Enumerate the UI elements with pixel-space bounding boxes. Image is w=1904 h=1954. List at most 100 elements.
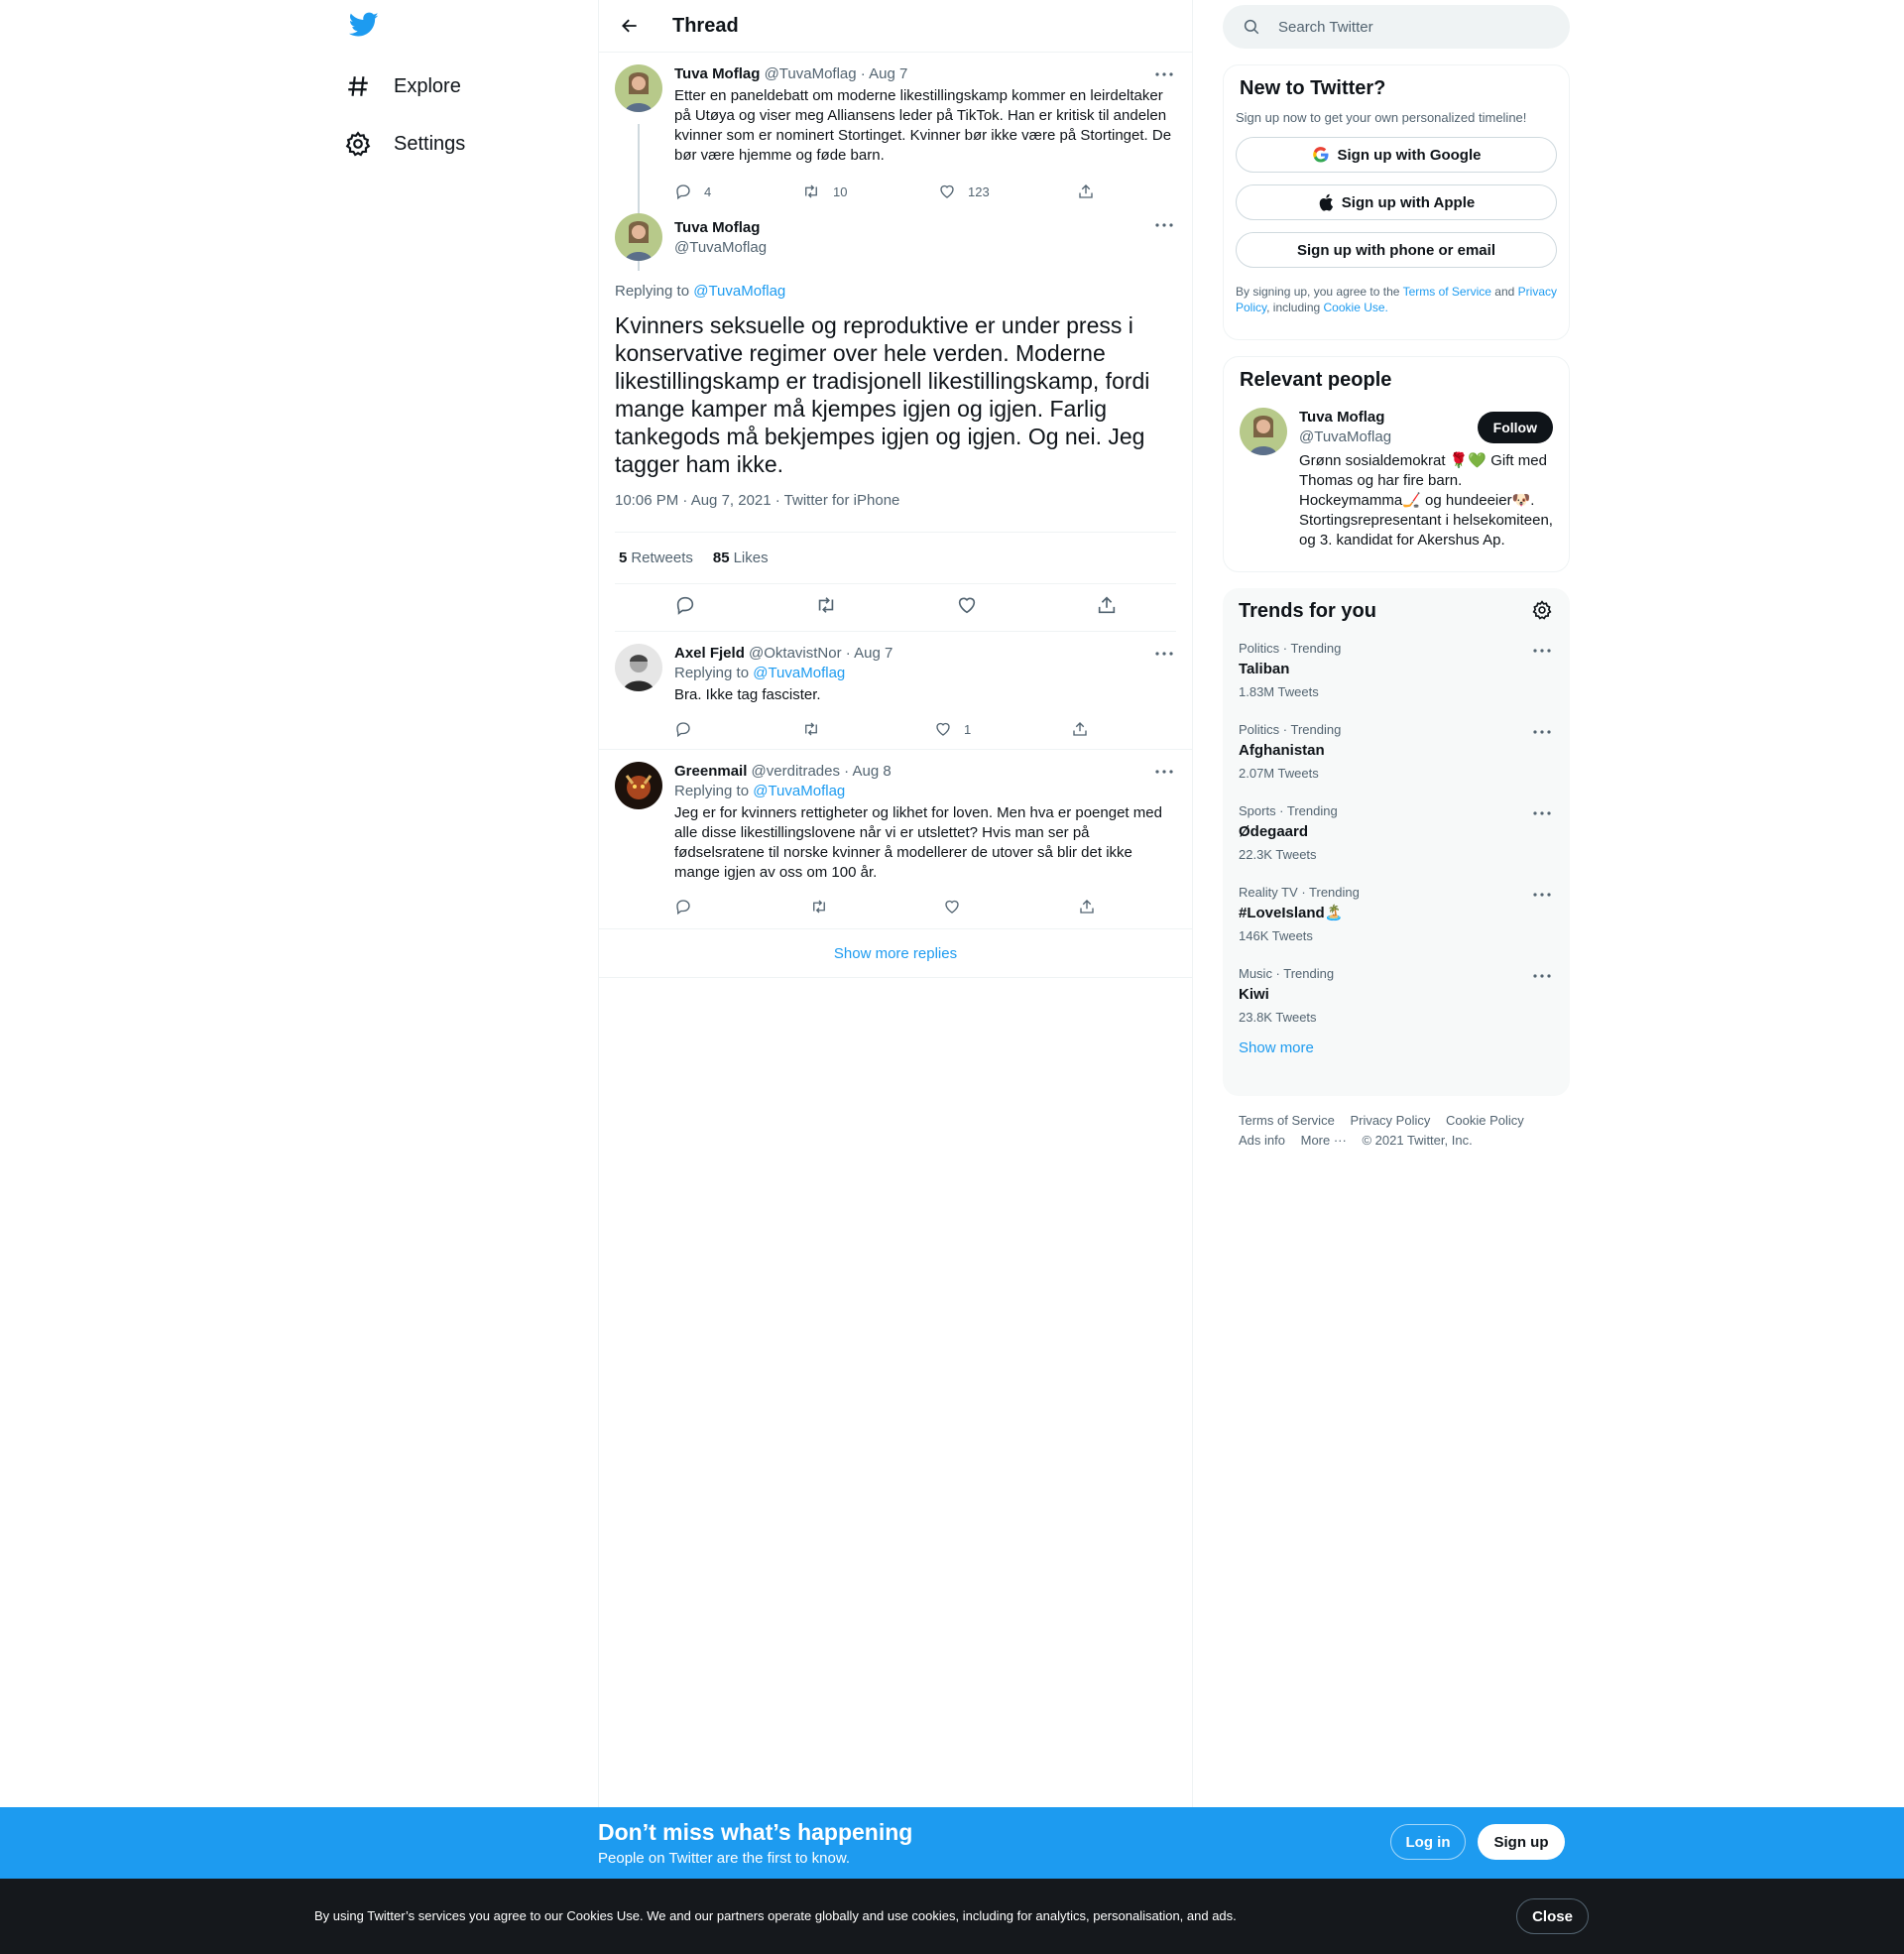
more-options-icon[interactable]: [1152, 64, 1176, 84]
retweet-icon: [813, 900, 825, 914]
avatar[interactable]: [1240, 408, 1287, 455]
signup-google-button[interactable]: Sign up with Google: [1236, 137, 1557, 173]
author-name[interactable]: Tuva Moflag: [674, 65, 760, 82]
search-input[interactable]: [1278, 18, 1536, 36]
relevant-people-title: Relevant people: [1240, 369, 1392, 391]
trend-item[interactable]: Politics · Trending Afghanistan 2.07M Tw…: [1239, 712, 1554, 794]
retweet-button[interactable]: 10: [801, 183, 938, 200]
more-options-icon[interactable]: [1530, 722, 1554, 742]
author-name[interactable]: Greenmail: [674, 763, 747, 780]
more-options-icon[interactable]: [1530, 966, 1554, 986]
reply-tweet[interactable]: Axel Fjeld @OktavistNor · Aug 7 Replying…: [599, 632, 1192, 750]
more-options-icon[interactable]: [1152, 644, 1176, 664]
author-handle[interactable]: @verditrades: [752, 763, 840, 780]
cookie-use-link[interactable]: Cookie Use.: [1324, 301, 1388, 314]
retweet-button[interactable]: [809, 898, 943, 916]
more-options-icon[interactable]: [1530, 885, 1554, 905]
tweet-timestamp[interactable]: 10:06 PM · Aug 7, 2021 · Twitter for iPh…: [615, 492, 1176, 532]
heart-icon: [945, 900, 959, 914]
signup-apple-label: Sign up with Apple: [1341, 193, 1476, 211]
replying-to-link[interactable]: @TuvaMoflag: [753, 665, 845, 681]
tos-link[interactable]: Terms of Service: [1403, 285, 1491, 299]
trend-item[interactable]: Politics · Trending Taliban 1.83M Tweets: [1239, 631, 1554, 712]
avatar[interactable]: [615, 64, 662, 112]
search-bar[interactable]: [1223, 5, 1570, 49]
tweet-date[interactable]: Aug 8: [853, 763, 892, 780]
follow-button[interactable]: Follow: [1477, 412, 1553, 443]
reply-tweet[interactable]: Greenmail @verditrades · Aug 8 Replying …: [599, 750, 1192, 929]
google-icon: [1312, 147, 1328, 163]
trend-item[interactable]: Sports · Trending Ødegaard 22.3K Tweets: [1239, 794, 1554, 875]
more-options-icon[interactable]: [1530, 641, 1554, 661]
signup-google-label: Sign up with Google: [1337, 146, 1482, 164]
share-button[interactable]: [1071, 720, 1101, 738]
signup-button[interactable]: Sign up: [1478, 1824, 1565, 1860]
nav-explore-label: Explore: [394, 74, 461, 97]
reply-button[interactable]: [674, 898, 809, 916]
gear-icon: [343, 129, 373, 159]
signup-phone-button[interactable]: Sign up with phone or email: [1236, 232, 1557, 268]
focal-tweet: Tuva Moflag @TuvaMoflag Replying to @Tuv…: [599, 213, 1192, 632]
tweet-text: Jeg er for kvinners rettigheter og likhe…: [674, 804, 1162, 881]
legal-text-2: and: [1494, 285, 1515, 299]
retweets-stat[interactable]: 5 Retweets: [619, 550, 693, 566]
likes-stat[interactable]: 85 Likes: [713, 550, 769, 566]
author-handle[interactable]: @TuvaMoflag: [765, 65, 857, 82]
footer-more-link[interactable]: More ···: [1301, 1131, 1347, 1151]
retweet-button[interactable]: [801, 720, 934, 738]
author-name[interactable]: Tuva Moflag: [674, 219, 760, 236]
reply-icon: [676, 900, 690, 916]
share-button[interactable]: [1077, 183, 1107, 200]
avatar[interactable]: [615, 213, 662, 261]
like-button[interactable]: 123: [938, 183, 1077, 200]
retweet-icon: [805, 722, 817, 736]
share-button[interactable]: [1078, 898, 1108, 916]
retweet-icon[interactable]: [814, 594, 838, 621]
author-handle[interactable]: @TuvaMoflag: [674, 239, 767, 256]
parent-tweet[interactable]: Tuva Moflag @TuvaMoflag · Aug 7 Etter en…: [599, 53, 1192, 271]
like-button[interactable]: 1: [934, 720, 1071, 738]
more-options-icon[interactable]: [1530, 803, 1554, 823]
like-count: 1: [964, 721, 972, 737]
close-button[interactable]: Close: [1516, 1898, 1589, 1934]
tweet-stats: 5 Retweets 85 Likes: [615, 532, 1176, 584]
trend-item[interactable]: Reality TV · Trending #LoveIsland🏝️ 146K…: [1239, 875, 1554, 956]
trends-show-more-link[interactable]: Show more: [1239, 1039, 1554, 1056]
replying-to-link[interactable]: @TuvaMoflag: [693, 283, 785, 300]
reply-button[interactable]: [674, 720, 801, 738]
show-more-replies-link[interactable]: Show more replies: [599, 929, 1192, 978]
more-options-icon[interactable]: [1152, 215, 1176, 235]
nav-explore[interactable]: Explore: [343, 62, 461, 110]
login-button[interactable]: Log in: [1390, 1824, 1466, 1860]
footer-privacy-link[interactable]: Privacy Policy: [1350, 1111, 1430, 1131]
footer-cookie-link[interactable]: Cookie Policy: [1446, 1111, 1524, 1131]
gear-icon[interactable]: [1532, 600, 1554, 622]
signup-card: New to Twitter? Sign up now to get your …: [1223, 64, 1570, 340]
person-item[interactable]: Tuva Moflag @TuvaMoflag Follow Grønn sos…: [1240, 408, 1553, 550]
footer-ads-link[interactable]: Ads info: [1239, 1131, 1285, 1151]
tweet-text: Bra. Ikke tag fascister.: [674, 686, 821, 703]
like-button[interactable]: [943, 898, 1078, 916]
nav-settings[interactable]: Settings: [343, 120, 465, 168]
retweet-icon: [805, 184, 817, 198]
author-handle[interactable]: @OktavistNor: [749, 645, 842, 662]
heart-icon[interactable]: [956, 594, 978, 621]
avatar[interactable]: [615, 644, 662, 691]
twitter-logo-icon[interactable]: [348, 12, 381, 44]
share-icon[interactable]: [1096, 594, 1118, 621]
share-icon: [1073, 722, 1087, 736]
reply-icon[interactable]: [674, 594, 696, 621]
signup-apple-button[interactable]: Sign up with Apple: [1236, 184, 1557, 220]
thread-header: Thread: [599, 0, 1192, 53]
footer-tos-link[interactable]: Terms of Service: [1239, 1111, 1335, 1131]
author-name[interactable]: Axel Fjeld: [674, 645, 745, 662]
trend-item[interactable]: Music · Trending Kiwi 23.8K Tweets: [1239, 956, 1554, 1038]
avatar[interactable]: [615, 762, 662, 809]
tweet-date[interactable]: Aug 7: [854, 645, 892, 662]
back-arrow-icon[interactable]: [612, 8, 648, 44]
reply-button[interactable]: 4: [674, 183, 801, 200]
more-options-icon[interactable]: [1152, 762, 1176, 782]
replying-to-link[interactable]: @TuvaMoflag: [753, 783, 845, 799]
page-title: Thread: [672, 14, 739, 37]
tweet-date[interactable]: Aug 7: [869, 65, 907, 82]
